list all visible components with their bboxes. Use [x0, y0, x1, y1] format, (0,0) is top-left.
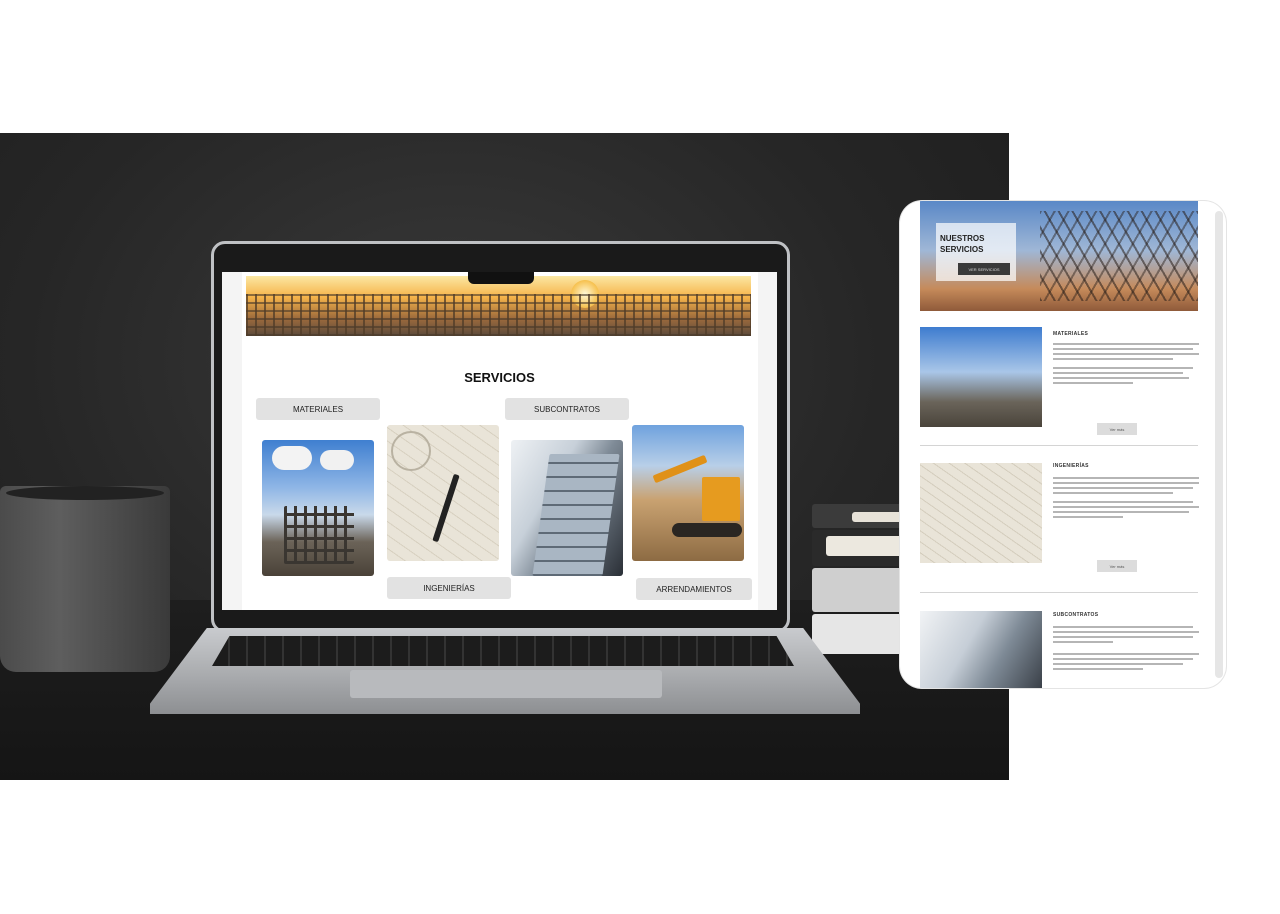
text-line [1053, 631, 1199, 633]
desktop-website: SERVICIOS MATERIALES SUBCONTRATOS INGENI… [222, 272, 777, 610]
text-line [1053, 511, 1189, 513]
camera-notch [468, 272, 534, 284]
text-line [1053, 626, 1193, 628]
mobile-subcontratos-heading: SUBCONTRATOS [1053, 612, 1099, 618]
text-line [1053, 382, 1133, 384]
text-line [1053, 663, 1183, 665]
text-line [1053, 636, 1193, 638]
text-line [1053, 653, 1199, 655]
text-line [1053, 482, 1199, 484]
mobile-ingenierias-image[interactable] [920, 463, 1042, 563]
mobile-subcontratos-image[interactable] [920, 611, 1042, 688]
text-line [1053, 506, 1199, 508]
text-line [1053, 372, 1183, 374]
subcontratos-image[interactable] [511, 440, 623, 576]
mobile-ingenierias-more-button[interactable]: Ver más [1097, 560, 1137, 572]
text-line [1053, 343, 1199, 345]
coffee-mug [0, 486, 170, 672]
text-line [1053, 353, 1199, 355]
subcontratos-button[interactable]: SUBCONTRATOS [505, 398, 629, 420]
text-line [1053, 348, 1193, 350]
services-title: SERVICIOS [464, 370, 535, 385]
book-stack [812, 490, 912, 660]
mobile-materiales-heading: MATERIALES [1053, 331, 1089, 337]
text-line [1053, 358, 1173, 360]
arrendamientos-image[interactable] [632, 425, 744, 561]
ingenierias-button[interactable]: INGENIERÍAS [387, 577, 511, 599]
ingenierias-image[interactable] [387, 425, 499, 561]
text-line [1053, 477, 1199, 479]
text-line [1053, 487, 1193, 489]
mobile-materiales-image[interactable] [920, 327, 1042, 427]
text-line [1053, 377, 1189, 379]
text-line [1053, 658, 1193, 660]
mobile-mockup: NUESTROS SERVICIOS VER SERVICIOS MATERIA… [900, 201, 1226, 688]
laptop-keyboard [212, 636, 794, 666]
text-line [1053, 501, 1193, 503]
text-line [1053, 367, 1193, 369]
hero-banner-image [246, 276, 751, 336]
materiales-button[interactable]: MATERIALES [256, 398, 380, 420]
section-divider [920, 592, 1198, 593]
mobile-website: NUESTROS SERVICIOS VER SERVICIOS MATERIA… [900, 201, 1199, 688]
text-line [1053, 492, 1173, 494]
mobile-materiales-more-button[interactable]: Ver más [1097, 423, 1137, 435]
mobile-scrollbar[interactable] [1215, 211, 1223, 678]
mockup-canvas: SERVICIOS MATERIALES SUBCONTRATOS INGENI… [0, 0, 1280, 914]
arrendamientos-button[interactable]: ARRENDAMIENTOS [636, 578, 752, 600]
laptop-screen: SERVICIOS MATERIALES SUBCONTRATOS INGENI… [222, 272, 777, 610]
laptop-trackpad [350, 670, 662, 698]
text-line [1053, 516, 1123, 518]
text-line [1053, 668, 1143, 670]
materiales-image[interactable] [262, 440, 374, 576]
text-line [1053, 641, 1113, 643]
mobile-hero-button[interactable]: VER SERVICIOS [958, 263, 1010, 275]
mobile-hero-title: NUESTROS SERVICIOS [940, 234, 985, 254]
mobile-ingenierias-heading: INGENIERÍAS [1053, 463, 1089, 469]
section-divider [920, 445, 1198, 446]
